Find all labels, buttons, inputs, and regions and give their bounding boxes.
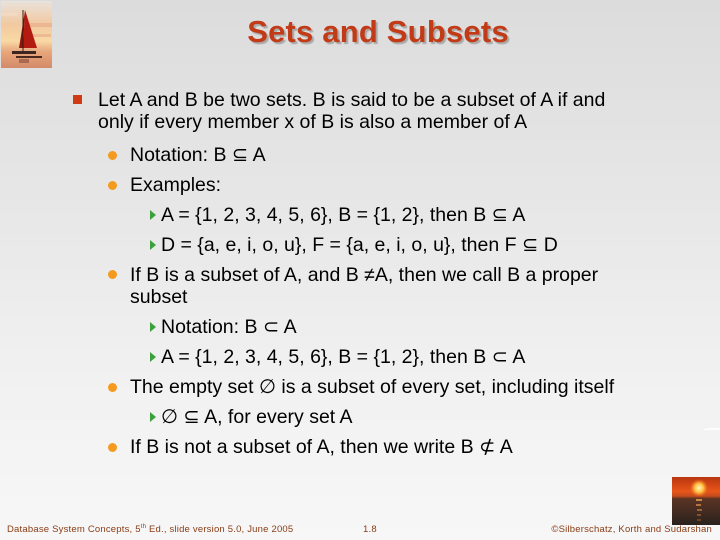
bullet-text: Notation: B ⊆ A (130, 144, 266, 166)
circle-bullet-icon (108, 383, 117, 392)
decorative-swoosh (703, 428, 720, 433)
bullet-text: ∅ ⊆ A, for every set A (161, 406, 353, 428)
bullet-not-subset: If B is not a subset of A, then we write… (0, 432, 720, 462)
circle-bullet-icon (108, 151, 117, 160)
triangle-bullet-icon (150, 352, 156, 362)
footer-book-info: Database System Concepts, 5th Ed., slide… (7, 524, 293, 535)
slide-body: Let A and B be two sets. B is said to be… (0, 88, 720, 462)
bullet-text: D = {a, e, i, o, u}, F = {a, e, i, o, u}… (161, 234, 558, 256)
bullet-text: Notation: B ⊂ A (161, 316, 297, 338)
bullet-text-line: Let A and B be two sets. B is said to be… (98, 89, 606, 111)
bullet-empty-set: The empty set ∅ is a subset of every set… (0, 372, 720, 402)
slide-title: Sets and Subsets (247, 14, 509, 49)
sub-bullet-proper-notation: Notation: B ⊂ A (0, 312, 720, 342)
triangle-bullet-icon (150, 412, 156, 422)
triangle-bullet-icon (150, 322, 156, 332)
bullet-text: The empty set ∅ is a subset of every set… (130, 376, 615, 398)
bullet-notation: Notation: B ⊆ A (0, 140, 720, 170)
square-bullet-icon (73, 95, 82, 104)
bullet-subset-definition: Let A and B be two sets. B is said to be… (0, 88, 720, 140)
bullet-examples: Examples: (0, 170, 720, 200)
triangle-bullet-icon (150, 240, 156, 250)
circle-bullet-icon (108, 443, 117, 452)
bullet-proper-subset: If B is a subset of A, and B ≠A, then we… (0, 260, 720, 312)
sub-bullet-example-2: D = {a, e, i, o, u}, F = {a, e, i, o, u}… (0, 230, 720, 260)
bullet-text-line: subset (130, 286, 188, 308)
sub-bullet-proper-example: A = {1, 2, 3, 4, 5, 6}, B = {1, 2}, then… (0, 342, 720, 372)
footer-version: Ed., slide version 5.0, June 2005 (146, 524, 294, 536)
bullet-text: Examples: (130, 174, 222, 196)
sunset-logo (672, 477, 720, 525)
bullet-text: If B is not a subset of A, then we write… (130, 436, 513, 458)
bullet-text: A = {1, 2, 3, 4, 5, 6}, B = {1, 2}, then… (161, 346, 526, 368)
footer-copyright: ©Silberschatz, Korth and Sudarshan (551, 524, 712, 535)
bullet-text-line: only if every member x of B is also a me… (98, 111, 528, 133)
bullet-text-line: If B is a subset of A, and B ≠A, then we… (130, 264, 599, 286)
triangle-bullet-icon (150, 210, 156, 220)
bullet-text: A = {1, 2, 3, 4, 5, 6}, B = {1, 2}, then… (161, 204, 526, 226)
sub-bullet-example-1: A = {1, 2, 3, 4, 5, 6}, B = {1, 2}, then… (0, 200, 720, 230)
circle-bullet-icon (108, 181, 117, 190)
slide-number: 1.8 (363, 524, 377, 535)
sub-bullet-empty-set-subset: ∅ ⊆ A, for every set A (0, 402, 720, 432)
circle-bullet-icon (108, 270, 117, 279)
footer-book-title: Database System Concepts, 5 (7, 524, 141, 536)
